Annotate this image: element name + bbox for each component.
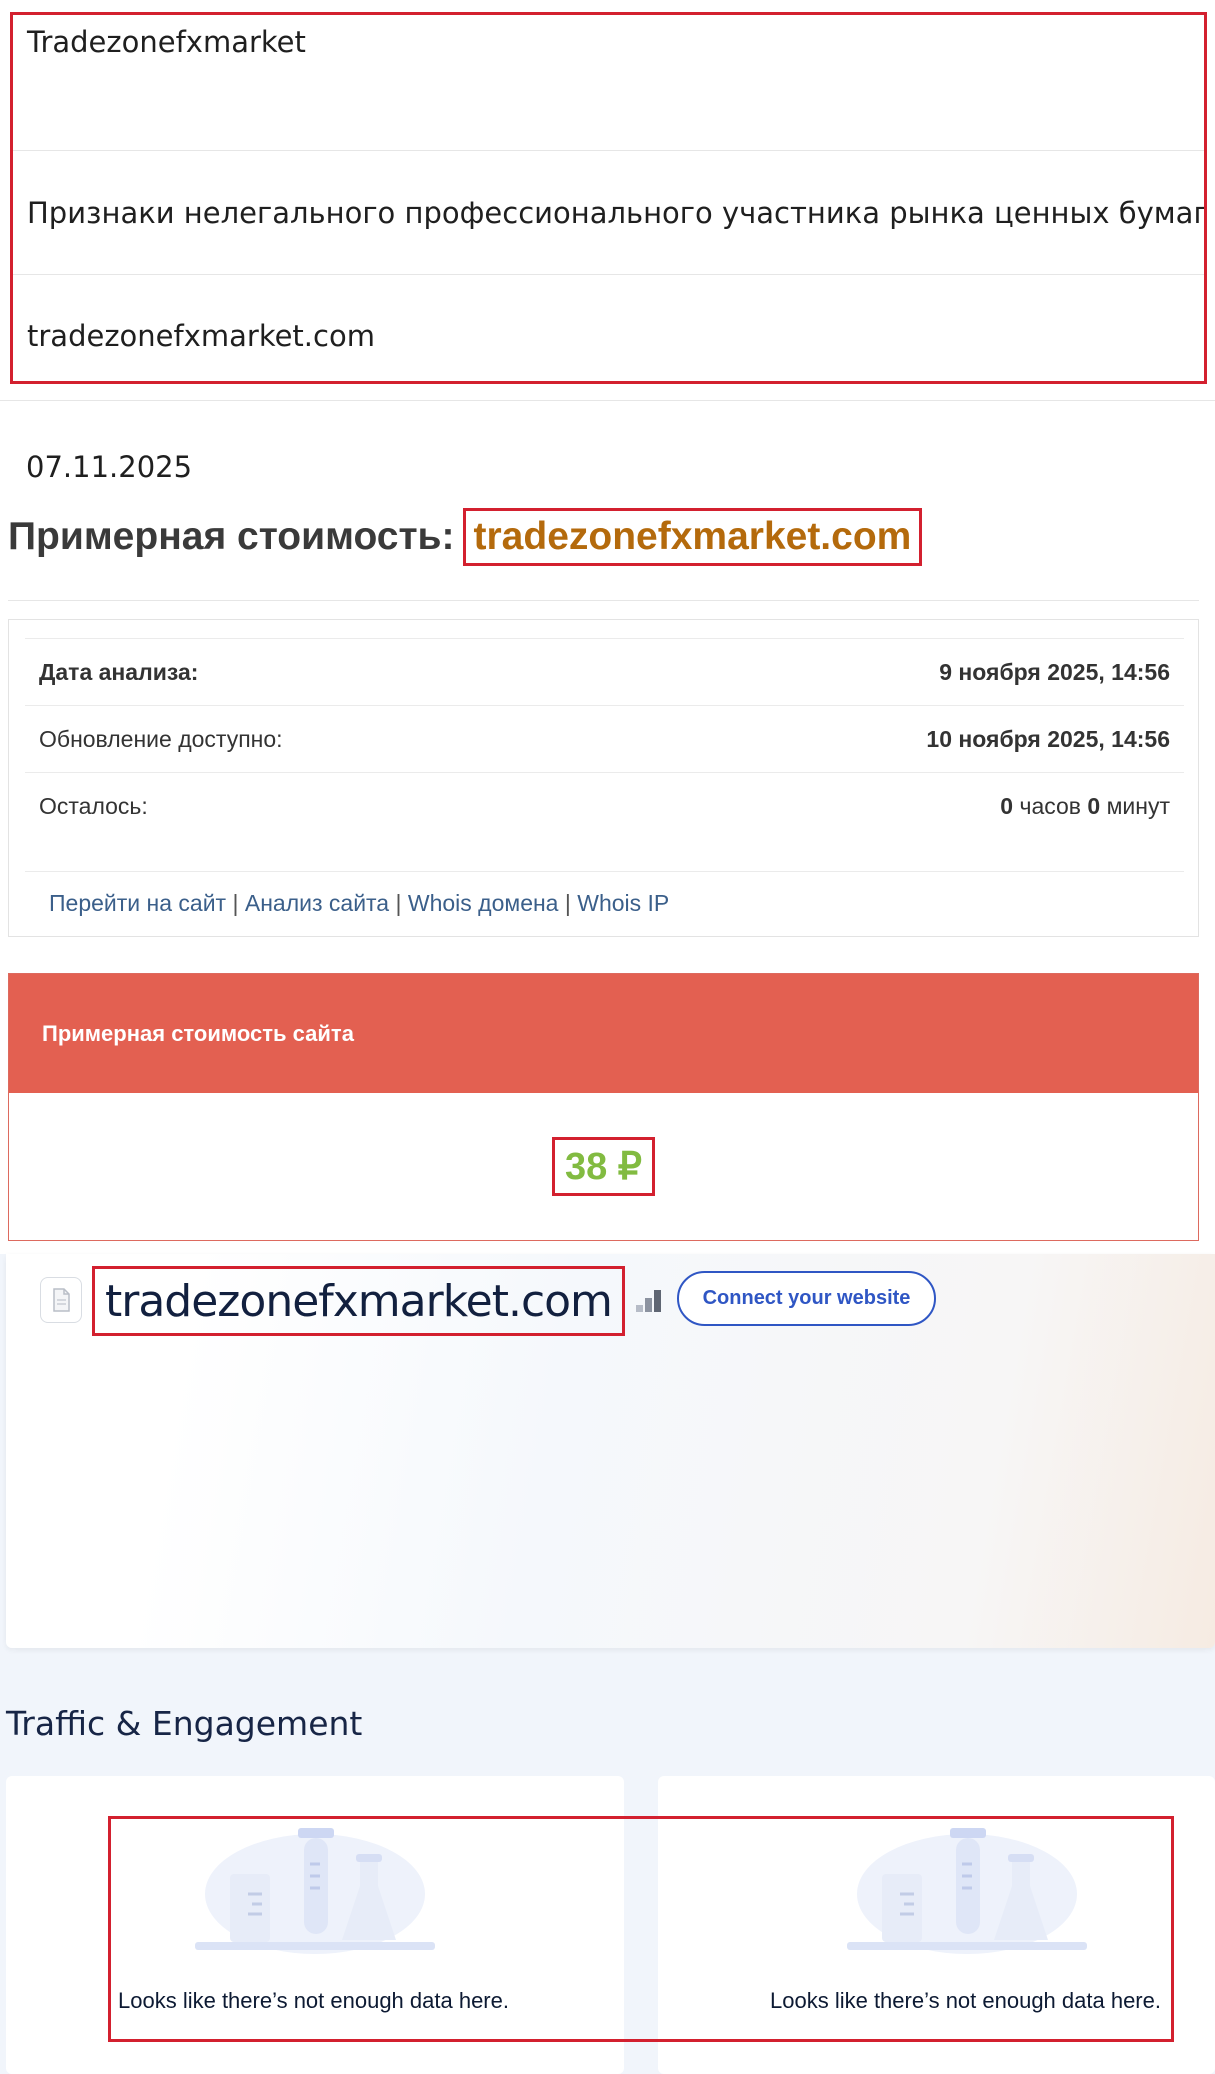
- link-whois-ip[interactable]: Whois IP: [577, 890, 669, 916]
- link-site-analysis[interactable]: Анализ сайта: [245, 890, 389, 916]
- analysis-panel: Дата анализа: 9 ноября 2025, 14:56 Обнов…: [8, 619, 1199, 937]
- document-icon: [40, 1277, 82, 1323]
- link-whois-domain[interactable]: Whois домена: [408, 890, 559, 916]
- analysis-date-label: Дата анализа:: [39, 658, 199, 685]
- lab-flasks-illustration: [847, 1828, 1087, 1954]
- empty-state-message-left: Looks like there’s not enough data here.: [118, 1988, 509, 2013]
- site-cost-panel: Примерная стоимость сайта 38 ₽: [8, 973, 1199, 1241]
- company-name: Tradezonefxmarket: [13, 15, 1204, 151]
- analysis-links: Перейти на сайт | Анализ сайта | Whois д…: [25, 871, 1184, 917]
- remaining-hours-unit: часов: [1019, 793, 1082, 819]
- lab-flasks-illustration: [195, 1828, 435, 1954]
- remaining-label: Осталось:: [39, 793, 148, 819]
- company-domain: tradezonefxmarket.com: [27, 319, 375, 353]
- site-cost-value: 38 ₽: [551, 1137, 655, 1196]
- remaining-minutes-unit: минут: [1106, 793, 1170, 819]
- divider: [0, 400, 1215, 401]
- link-separator: |: [564, 890, 571, 916]
- connect-website-button[interactable]: Connect your website: [677, 1271, 936, 1326]
- rank-bars-icon: [636, 1290, 661, 1312]
- update-available-value: 10 ноября 2025, 14:56: [926, 725, 1170, 752]
- empty-state-message-right: Looks like there’s not enough data here.: [770, 1988, 1161, 2013]
- remaining-minutes: 0: [1087, 793, 1101, 819]
- link-separator: |: [232, 890, 239, 916]
- page-title-label: Примерная стоимость:: [8, 515, 455, 558]
- remaining-hours: 0: [1000, 793, 1014, 819]
- page-title-domain: tradezonefxmarket.com: [462, 508, 923, 566]
- update-available-row: Обновление доступно: 10 ноября 2025, 14:…: [25, 706, 1184, 773]
- site-cost-header: Примерная стоимость сайта: [9, 974, 1198, 1093]
- remaining-row: Осталось: 0 часов 0 минут: [25, 773, 1184, 840]
- link-separator: |: [395, 890, 402, 916]
- site-domain-title: tradezonefxmarket.com: [92, 1266, 625, 1336]
- divider: [8, 600, 1199, 601]
- analysis-date-value: 9 ноября 2025, 14:56: [939, 658, 1170, 685]
- link-go-to-site[interactable]: Перейти на сайт: [49, 890, 226, 916]
- analysis-date-row: Дата анализа: 9 ноября 2025, 14:56: [25, 639, 1184, 706]
- page-title: Примерная стоимость: tradezonefxmarket.c…: [8, 508, 923, 566]
- company-info-card: Tradezonefxmarket Признаки нелегального …: [10, 12, 1207, 384]
- update-available-label: Обновление доступно:: [39, 725, 283, 752]
- company-category: Признаки нелегального профессионального …: [13, 151, 1204, 275]
- publish-date: 07.11.2025: [26, 450, 193, 484]
- traffic-engagement-title: Traffic & Engagement: [6, 1704, 363, 1743]
- remaining-value: 0 часов 0 минут: [1000, 793, 1170, 820]
- site-cost-body: 38 ₽: [9, 1093, 1198, 1240]
